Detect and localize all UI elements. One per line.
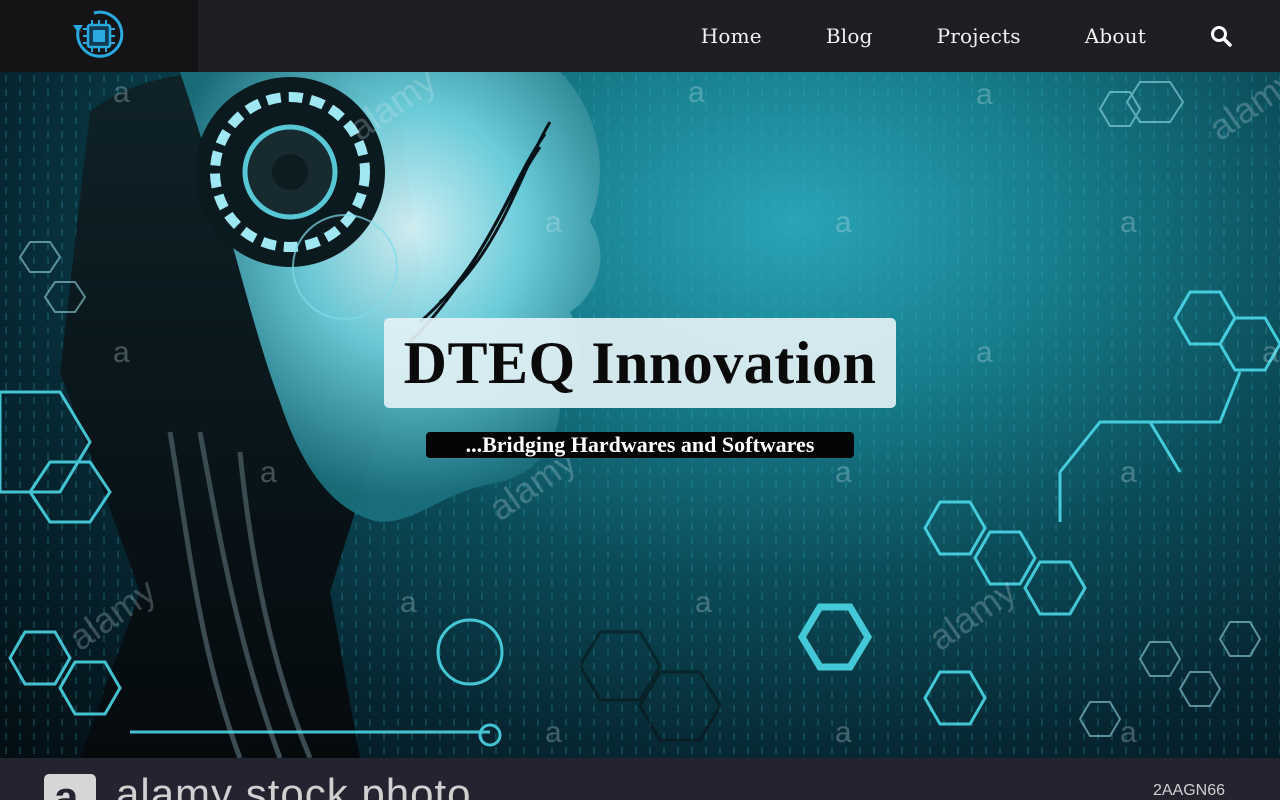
svg-text:a: a [545, 716, 562, 749]
svg-text:a: a [1120, 206, 1137, 239]
alamy-logo: a [44, 774, 96, 800]
nav-home-link[interactable]: Home [701, 24, 762, 48]
nav-blog-link[interactable]: Blog [826, 24, 873, 48]
watermark-image-code: 2AAGN66 [1152, 782, 1225, 799]
watermark-brand: alamy stock photo [116, 770, 472, 800]
nav-about-link[interactable]: About [1085, 24, 1146, 48]
search-icon [1211, 26, 1232, 47]
svg-text:a: a [835, 456, 852, 489]
hero-title: DTEQ Innovation [403, 329, 877, 396]
site-logo[interactable] [0, 0, 198, 72]
robot-hero-image: aaa aaa aaa aaa aa aaa alamy alamy alamy… [0, 72, 1280, 758]
alamy-logo-letter: a [54, 773, 79, 800]
svg-text:a: a [113, 336, 130, 369]
svg-text:a: a [1120, 716, 1137, 749]
svg-text:a: a [688, 76, 705, 109]
svg-text:a: a [835, 206, 852, 239]
svg-text:a: a [113, 76, 130, 109]
svg-text:a: a [400, 586, 417, 619]
svg-text:a: a [545, 206, 562, 239]
svg-text:a: a [976, 78, 993, 111]
svg-text:a: a [1120, 456, 1137, 489]
nav-projects-link[interactable]: Projects [937, 24, 1021, 48]
hero-banner: aaa aaa aaa aaa aa aaa alamy alamy alamy… [0, 72, 1280, 758]
svg-text:a: a [260, 456, 277, 489]
search-button[interactable] [1210, 25, 1232, 47]
top-navbar: Home Blog Projects About [0, 0, 1280, 72]
hero-subtitle: ...Bridging Hardwares and Softwares [465, 432, 815, 457]
stock-watermark-bar: a alamy stock photo 2AAGN66 [0, 758, 1280, 800]
nav-menu: Home Blog Projects About [701, 0, 1280, 72]
svg-text:a: a [695, 586, 712, 619]
svg-text:a: a [976, 336, 993, 369]
svg-text:a: a [1262, 336, 1279, 369]
hero-title-box: DTEQ Innovation [384, 318, 896, 408]
chip-refresh-icon [73, 10, 124, 58]
hero-subtitle-box: ...Bridging Hardwares and Softwares [426, 432, 854, 458]
svg-text:a: a [835, 716, 852, 749]
